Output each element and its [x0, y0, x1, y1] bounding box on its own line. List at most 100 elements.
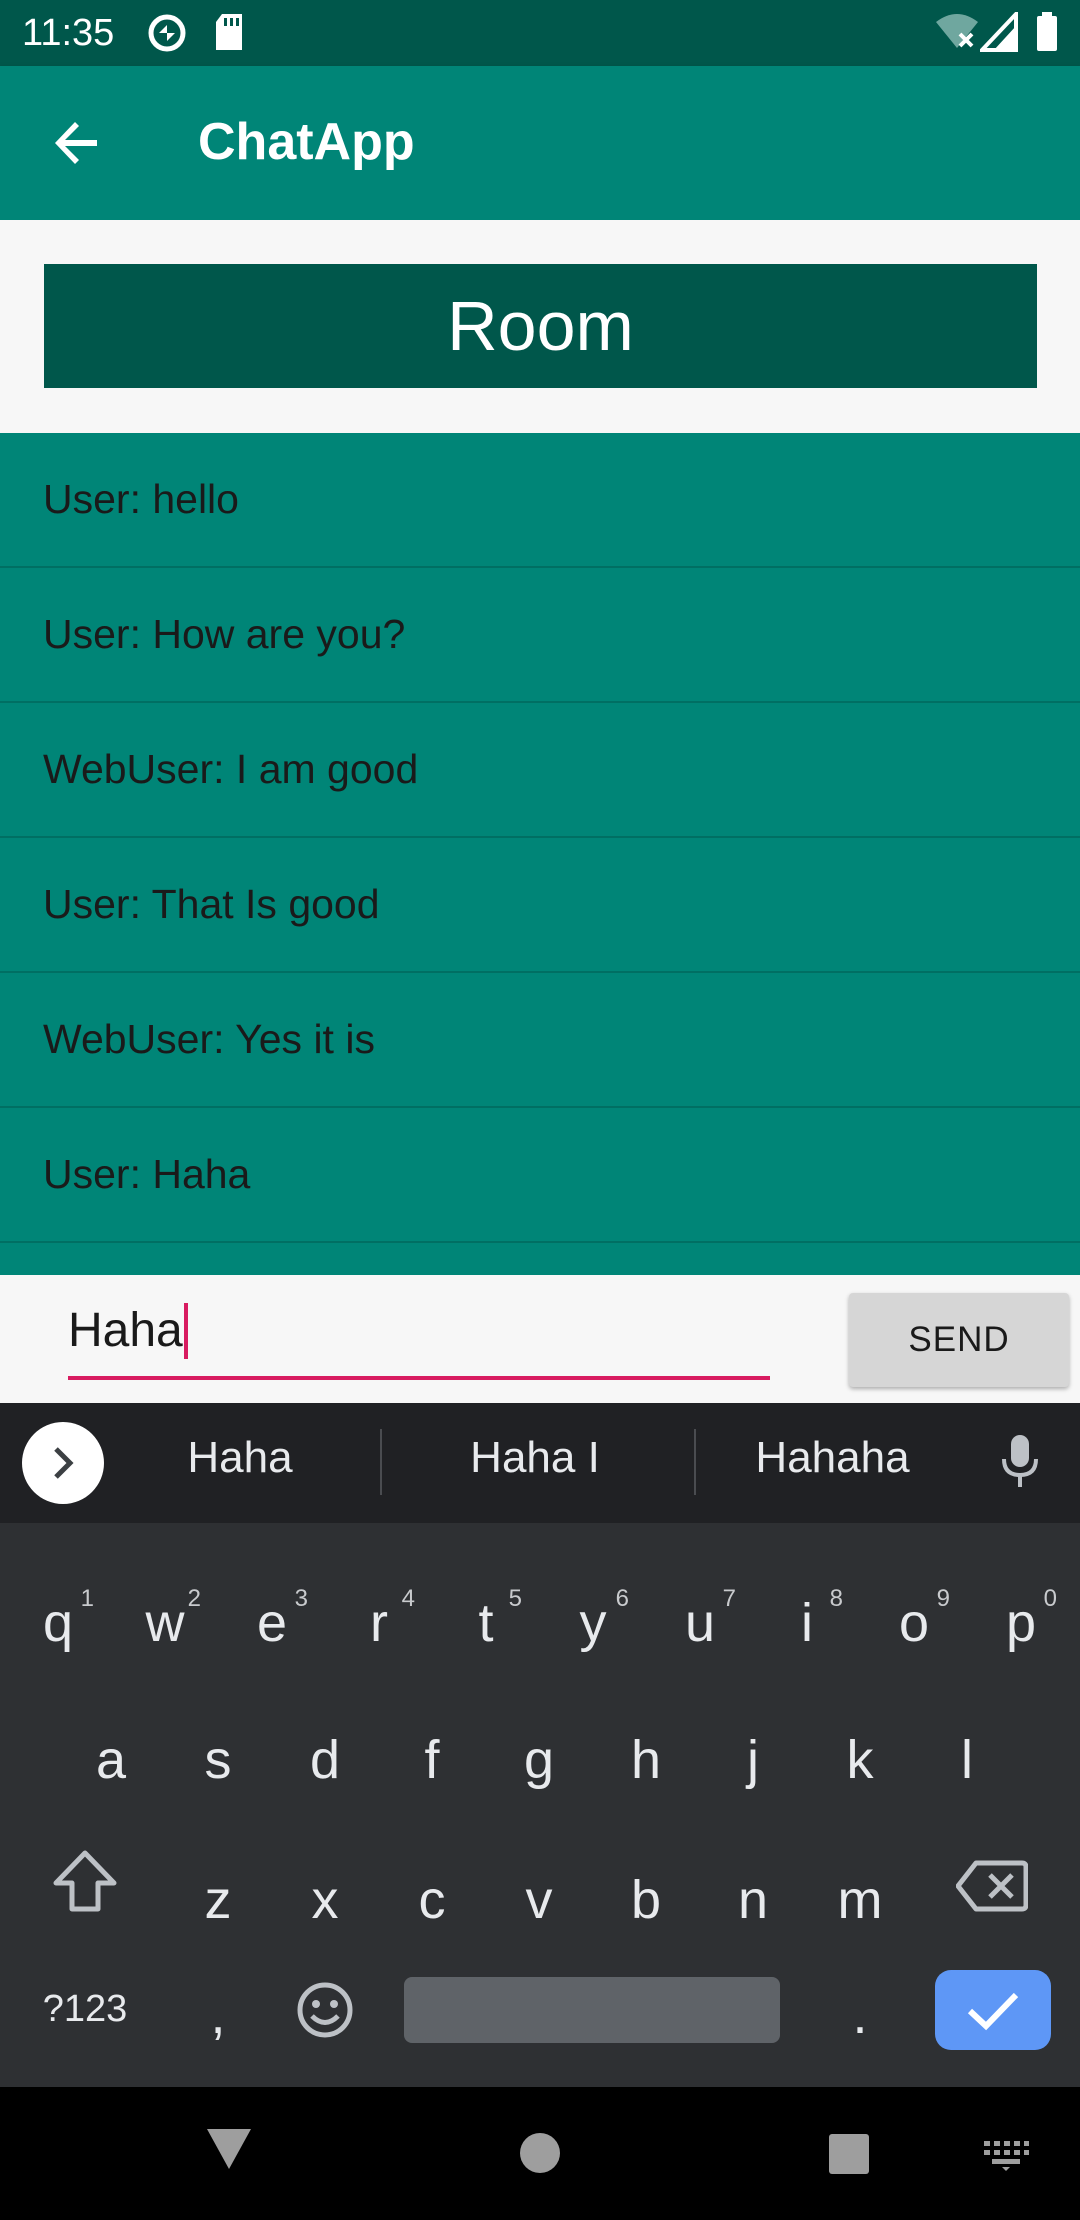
- message-item: User: How are you?: [0, 568, 1080, 703]
- message-input-value: Haha: [68, 1304, 183, 1357]
- symbols-key[interactable]: ?123: [30, 1988, 140, 2031]
- suggestion-divider: [694, 1429, 696, 1495]
- key-q[interactable]: q1: [8, 1585, 108, 1655]
- message-text: WebUser: Yes it is: [43, 1016, 375, 1062]
- message-text: User: That Is good: [43, 881, 380, 927]
- key-o[interactable]: o9: [864, 1585, 964, 1655]
- composer: Haha SEND: [0, 1275, 1080, 1403]
- room-title: Room: [447, 287, 634, 365]
- checkmark-icon: [967, 1992, 1019, 2031]
- key-g[interactable]: g: [489, 1728, 589, 1792]
- message-item: WebUser: I am good: [0, 703, 1080, 838]
- key-label: r: [370, 1593, 388, 1653]
- message-item: User: hello: [0, 433, 1080, 568]
- key-hint: 9: [936, 1585, 950, 1612]
- message-text: User: How are you?: [43, 611, 406, 657]
- key-hint: 6: [615, 1585, 629, 1612]
- space-key[interactable]: [404, 1977, 780, 2043]
- key-s[interactable]: s: [168, 1728, 268, 1792]
- message-item: User: That Is good: [0, 838, 1080, 973]
- key-e[interactable]: e3: [222, 1585, 322, 1655]
- suggestion-divider: [380, 1429, 382, 1495]
- suggestion-3[interactable]: Hahaha: [720, 1433, 945, 1483]
- sync-icon: [146, 12, 188, 59]
- room-header: Room: [44, 264, 1037, 388]
- key-hint: 4: [401, 1585, 415, 1612]
- arrow-back-icon: [55, 122, 97, 164]
- room-header-container: Room: [0, 220, 1080, 433]
- suggestion-bar: Haha Haha I Hahaha: [0, 1403, 1080, 1523]
- suggestion-2[interactable]: Haha I: [420, 1433, 650, 1483]
- recents-square-icon[interactable]: [828, 2133, 870, 2180]
- text-caret: [183, 1303, 188, 1359]
- key-d[interactable]: d: [275, 1728, 375, 1792]
- key-c[interactable]: c: [382, 1868, 482, 1932]
- battery-icon: [1036, 12, 1058, 57]
- app-title: ChatApp: [198, 113, 415, 171]
- key-v[interactable]: v: [489, 1868, 589, 1932]
- message-text: User: Haha: [43, 1151, 251, 1197]
- key-hint: 8: [829, 1585, 843, 1612]
- mic-icon[interactable]: [1000, 1433, 1040, 1494]
- key-label: p: [1005, 1593, 1037, 1653]
- expand-suggestions-button[interactable]: [22, 1422, 104, 1504]
- back-triangle-icon[interactable]: [205, 2127, 253, 2176]
- message-item: WebUser: Yes it is: [0, 973, 1080, 1108]
- key-label: i: [801, 1593, 813, 1653]
- key-j[interactable]: j: [703, 1728, 803, 1792]
- app-bar: ChatApp: [0, 66, 1080, 220]
- send-button[interactable]: SEND: [849, 1293, 1069, 1387]
- message-list[interactable]: User: hello User: How are you? WebUser: …: [0, 433, 1080, 1275]
- key-l[interactable]: l: [917, 1728, 1017, 1792]
- period-key[interactable]: .: [810, 1983, 910, 2047]
- key-hint: 2: [187, 1585, 201, 1612]
- home-circle-icon[interactable]: [518, 2131, 562, 2180]
- key-label: w: [145, 1593, 185, 1653]
- key-hint: 1: [80, 1585, 94, 1612]
- emoji-icon: [297, 1982, 353, 2038]
- key-m[interactable]: m: [810, 1868, 910, 1932]
- key-label: u: [684, 1593, 716, 1653]
- comma-key[interactable]: ,: [168, 1983, 268, 2047]
- sd-card-icon: [212, 12, 246, 57]
- shift-icon: [53, 1850, 117, 1912]
- key-hint: 7: [722, 1585, 736, 1612]
- key-p[interactable]: p0: [971, 1585, 1071, 1655]
- key-u[interactable]: u7: [650, 1585, 750, 1655]
- soft-keyboard: Haha Haha I Hahaha q1 w2 e3 r4 t5 y6 u7 …: [0, 1403, 1080, 2087]
- enter-key[interactable]: [935, 1970, 1051, 2050]
- back-button[interactable]: [36, 102, 118, 184]
- key-r[interactable]: r4: [329, 1585, 429, 1655]
- signal-icon: [977, 8, 1018, 57]
- keyboard-switch-icon[interactable]: [982, 2139, 1030, 2176]
- status-time: 11:35: [22, 12, 115, 54]
- backspace-key[interactable]: [955, 1859, 1029, 1918]
- key-label: y: [579, 1593, 607, 1653]
- message-text: User: hello: [43, 476, 239, 522]
- key-f[interactable]: f: [382, 1728, 482, 1792]
- message-input[interactable]: Haha: [68, 1303, 770, 1359]
- key-hint: 0: [1043, 1585, 1057, 1612]
- key-x[interactable]: x: [275, 1868, 375, 1932]
- wifi-off-icon: [934, 12, 980, 57]
- emoji-key[interactable]: [296, 1981, 354, 2044]
- key-label: t: [478, 1593, 494, 1653]
- key-y[interactable]: y6: [543, 1585, 643, 1655]
- key-h[interactable]: h: [596, 1728, 696, 1792]
- key-n[interactable]: n: [703, 1868, 803, 1932]
- key-t[interactable]: t5: [436, 1585, 536, 1655]
- key-i[interactable]: i8: [757, 1585, 857, 1655]
- shift-key[interactable]: [52, 1849, 118, 1918]
- key-b[interactable]: b: [596, 1868, 696, 1932]
- key-label: e: [256, 1593, 288, 1653]
- key-w[interactable]: w2: [115, 1585, 215, 1655]
- key-z[interactable]: z: [168, 1868, 268, 1932]
- message-text: WebUser: I am good: [43, 746, 419, 792]
- key-label: q: [42, 1593, 74, 1653]
- key-k[interactable]: k: [810, 1728, 910, 1792]
- message-item: User: Haha: [0, 1108, 1080, 1243]
- suggestion-1[interactable]: Haha: [140, 1433, 340, 1483]
- key-a[interactable]: a: [61, 1728, 161, 1792]
- message-input-underline: [68, 1376, 770, 1380]
- key-hint: 3: [294, 1585, 308, 1612]
